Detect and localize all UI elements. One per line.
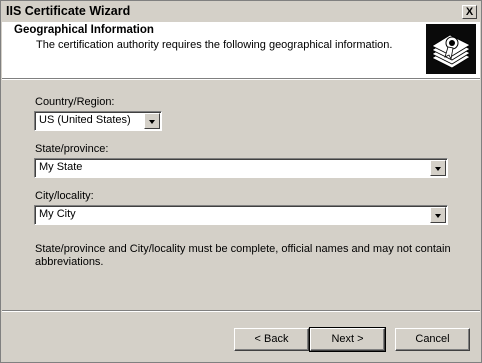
city-combobox[interactable]: My City bbox=[34, 205, 448, 225]
close-button[interactable]: X bbox=[462, 5, 477, 19]
state-label: State/province: bbox=[35, 143, 108, 155]
state-label-text: State/province: bbox=[35, 143, 109, 155]
certificate-wizard-icon bbox=[426, 24, 476, 74]
wizard-window: IIS Certificate Wizard X Geographical In… bbox=[0, 0, 482, 363]
country-label-text: Country/Region: bbox=[35, 96, 115, 108]
chevron-down-icon[interactable] bbox=[144, 113, 160, 129]
title-bar[interactable]: IIS Certificate Wizard X bbox=[2, 2, 480, 22]
country-select[interactable]: US (United States) bbox=[34, 111, 162, 131]
state-value: My State bbox=[39, 161, 83, 173]
window-title: IIS Certificate Wizard bbox=[6, 4, 131, 18]
state-combobox[interactable]: My State bbox=[34, 158, 448, 178]
city-label-text: City/locality: bbox=[35, 190, 94, 202]
cancel-button[interactable]: Cancel bbox=[395, 328, 470, 351]
next-button[interactable]: Next > bbox=[309, 327, 386, 352]
back-button[interactable]: < Back bbox=[234, 328, 309, 351]
footer-divider bbox=[2, 310, 480, 312]
chevron-down-icon[interactable] bbox=[430, 207, 446, 223]
page-subtitle: The certification authority requires the… bbox=[36, 39, 393, 51]
chevron-down-icon[interactable] bbox=[430, 160, 446, 176]
info-note: State/province and City/locality must be… bbox=[35, 243, 451, 268]
city-value: My City bbox=[39, 208, 76, 220]
country-value: US (United States) bbox=[39, 114, 131, 126]
city-label: City/locality: bbox=[35, 190, 94, 202]
country-label: Country/Region: bbox=[35, 96, 115, 108]
wizard-header: Geographical Information The certificati… bbox=[2, 22, 480, 78]
header-divider bbox=[2, 78, 480, 80]
page-title: Geographical Information bbox=[14, 24, 154, 36]
